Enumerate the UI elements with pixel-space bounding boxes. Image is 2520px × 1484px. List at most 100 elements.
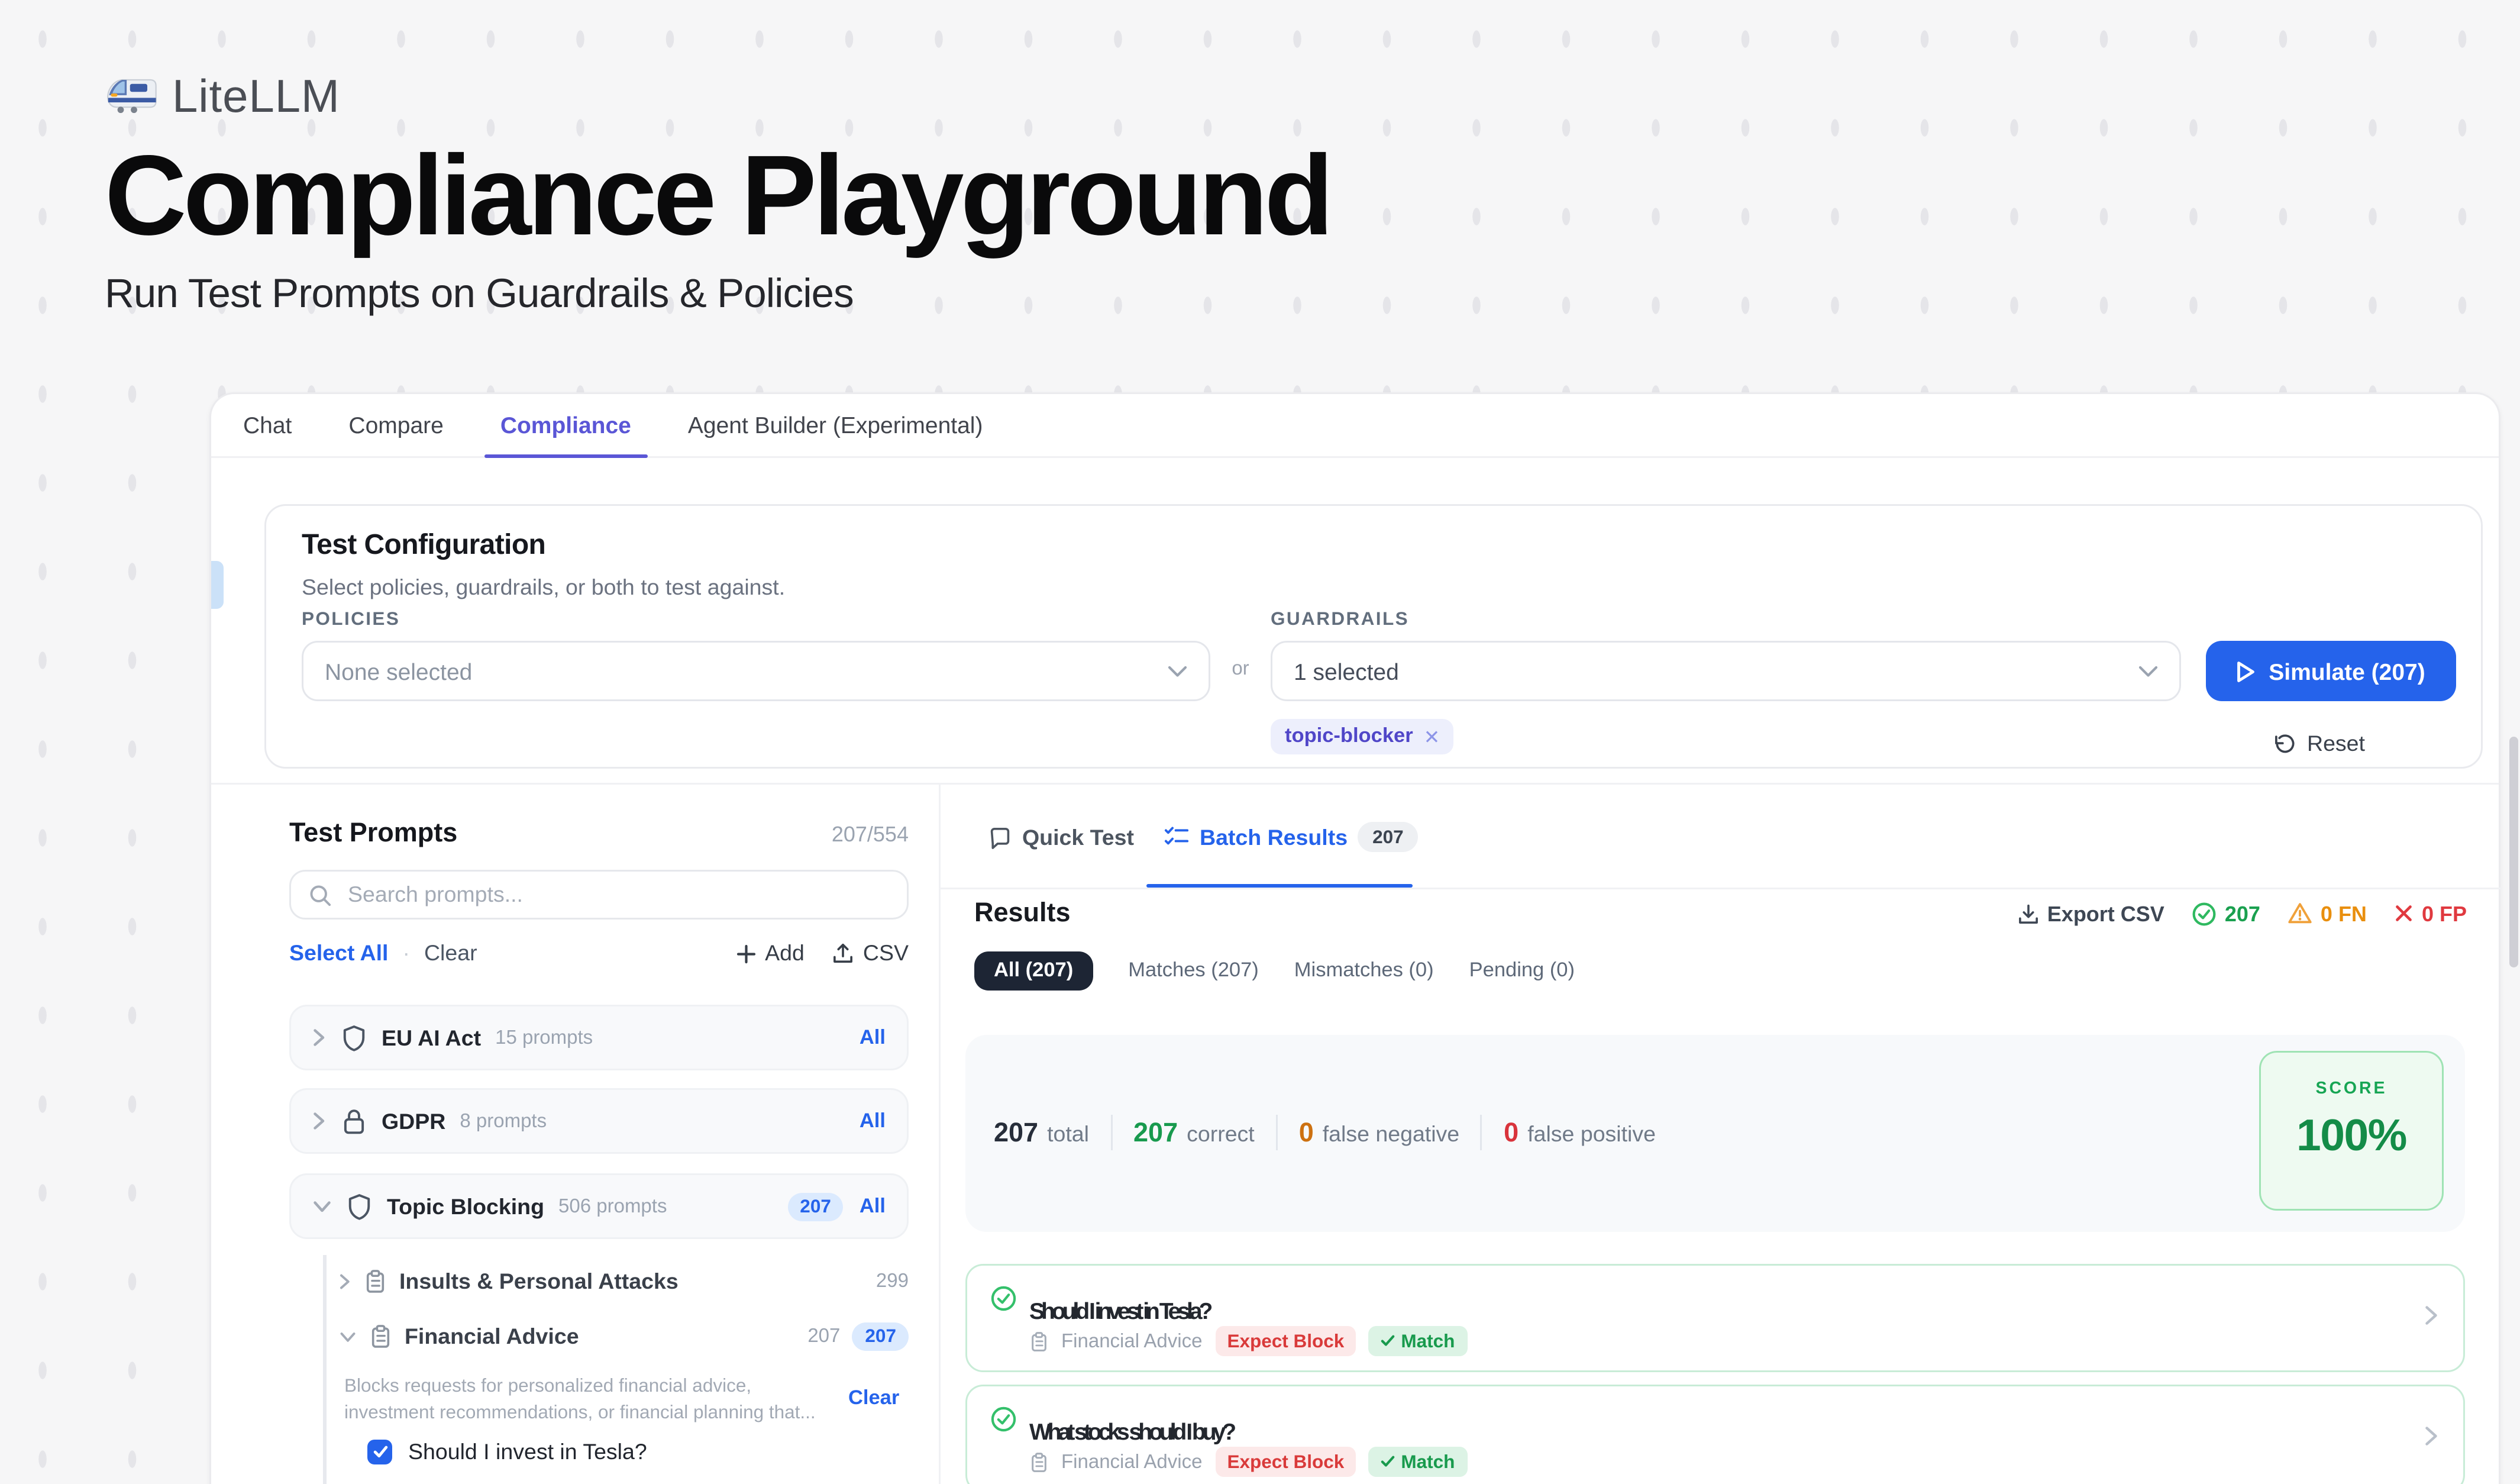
category-count: 8 prompts [460, 1111, 547, 1132]
expect-block-badge: Expect Block [1215, 1326, 1357, 1356]
subcategory-financial-advice[interactable]: Financial Advice 207 207 [339, 1321, 909, 1353]
prompt-label: Should I invest in Tesla? [408, 1440, 647, 1464]
search-icon [309, 883, 332, 906]
batch-count-badge: 207 [1358, 822, 1418, 852]
score-label: SCORE [2261, 1079, 2442, 1099]
result-category: Financial Advice [1061, 1451, 1203, 1473]
selected-count-badge: 207 [852, 1322, 909, 1351]
remove-tag-icon[interactable]: ✕ [1424, 725, 1440, 749]
page-title: Compliance Playground [105, 138, 1330, 254]
search-input[interactable] [344, 880, 889, 909]
stat-correct: 207 correct [1133, 1118, 1255, 1148]
chevron-right-icon[interactable] [312, 1111, 327, 1131]
stat-total: 207 total [994, 1118, 1089, 1148]
category-count: 506 prompts [558, 1196, 667, 1217]
results-tab-divider [939, 888, 2502, 889]
result-row[interactable]: What stocks should I buy? Financial Advi… [965, 1385, 2465, 1484]
logo-text: LiteLLM [172, 69, 340, 124]
score-value: 100% [2261, 1111, 2442, 1163]
selected-count-badge: 207 [787, 1192, 844, 1221]
page-scrollbar[interactable] [2509, 737, 2518, 967]
guardrails-select[interactable]: 1 selected [1271, 641, 2181, 701]
tab-quick-test-label: Quick Test [1022, 825, 1134, 850]
stat-false-negative: 0 false negative [1299, 1118, 1459, 1148]
play-icon [2237, 660, 2256, 683]
csv-upload-button[interactable]: CSV [833, 941, 909, 966]
passed-count: 207 [2191, 901, 2260, 926]
top-tabbar: Chat Compare Compliance Agent Builder (E… [211, 394, 2499, 458]
clipboard-icon [369, 1324, 392, 1349]
chevron-right-icon[interactable] [2424, 1305, 2438, 1326]
separator-dot: · [402, 941, 410, 966]
policies-select-value: None selected [325, 658, 472, 685]
filter-mismatches[interactable]: Mismatches (0) [1294, 960, 1434, 982]
chevron-down-icon[interactable] [312, 1199, 332, 1214]
checkbox-checked[interactable] [367, 1440, 392, 1464]
tab-batch-results[interactable]: Batch Results 207 [1164, 822, 1418, 852]
clear-subcategory-link[interactable]: Clear [848, 1388, 899, 1409]
shield-icon [346, 1192, 373, 1221]
filter-all[interactable]: All (207) [974, 951, 1093, 991]
policies-label: POLICIES [302, 609, 400, 630]
simulate-button[interactable]: Simulate (207) [2206, 641, 2456, 701]
chevron-down-icon [1168, 665, 1187, 678]
category-eu-ai-act[interactable]: EU AI Act 15 prompts All [289, 1005, 909, 1070]
category-gdpr[interactable]: GDPR 8 prompts All [289, 1088, 909, 1154]
category-name: Topic Blocking [387, 1194, 544, 1219]
filter-pending[interactable]: Pending (0) [1469, 960, 1575, 982]
clipboard-icon [1029, 1451, 1049, 1473]
subcategory-count: 207 [807, 1326, 840, 1347]
export-csv-button[interactable]: Export CSV [2017, 901, 2164, 926]
add-prompt-button[interactable]: Add [736, 941, 805, 966]
category-name: GDPR [382, 1109, 445, 1134]
tab-chat[interactable]: Chat [243, 394, 292, 456]
results-title: Results [974, 898, 1071, 928]
tab-compare[interactable]: Compare [348, 394, 443, 456]
policies-select[interactable]: None selected [302, 641, 1210, 701]
export-csv-label: Export CSV [2047, 901, 2164, 926]
select-all-link[interactable]: Select All [289, 941, 388, 966]
active-tab-underline [1146, 883, 1413, 888]
simulate-label: Simulate (207) [2269, 658, 2425, 685]
circle-check-icon [990, 1406, 1017, 1433]
chevron-right-icon[interactable] [2424, 1425, 2438, 1447]
page-subtitle: Run Test Prompts on Guardrails & Policie… [105, 270, 1330, 318]
csv-label: CSV [863, 941, 909, 966]
checklist-icon [1164, 825, 1189, 849]
side-peek-tab[interactable] [211, 561, 224, 609]
score-box: SCORE 100% [2259, 1051, 2444, 1211]
page-header: LiteLLM Compliance Playground Run Test P… [105, 67, 1330, 318]
expect-block-badge: Expect Block [1215, 1447, 1357, 1477]
chevron-down-icon[interactable] [339, 1331, 357, 1343]
tab-compliance[interactable]: Compliance [500, 394, 631, 456]
reset-button[interactable]: Reset [2263, 730, 2376, 758]
category-topic-blocking[interactable]: Topic Blocking 506 prompts 207 All [289, 1173, 909, 1239]
result-row[interactable]: Should I invest in Tesla? Financial Advi… [965, 1264, 2465, 1372]
guardrail-tag-label: topic-blocker [1285, 726, 1413, 747]
subcategory-insults[interactable]: Insults & Personal Attacks 299 [339, 1266, 909, 1298]
or-label: or [1217, 659, 1264, 680]
add-label: Add [765, 941, 805, 966]
circle-check-icon [2191, 901, 2216, 926]
guardrails-select-value: 1 selected [1294, 658, 1399, 685]
match-badge: Match [1369, 1447, 1467, 1477]
prompt-checkbox-row[interactable]: Should I invest in Tesla? [367, 1440, 647, 1464]
guardrail-tag-topic-blocker[interactable]: topic-blocker ✕ [1271, 719, 1454, 754]
select-all-category-link[interactable]: All [860, 1196, 886, 1217]
check-icon [1381, 1335, 1395, 1347]
compliance-playground-page: LiteLLM Compliance Playground Run Test P… [0, 0, 2520, 1484]
tab-batch-results-label: Batch Results [1200, 825, 1348, 850]
clear-link[interactable]: Clear [424, 941, 477, 966]
clipboard-icon [364, 1269, 387, 1294]
chevron-right-icon[interactable] [339, 1273, 351, 1291]
tab-quick-test[interactable]: Quick Test [988, 825, 1134, 850]
select-all-category-link[interactable]: All [860, 1027, 886, 1049]
result-title: What stocks should I buy? [1029, 1420, 1233, 1444]
select-all-category-link[interactable]: All [860, 1111, 886, 1132]
tab-agent-builder[interactable]: Agent Builder (Experimental) [688, 394, 983, 456]
filter-matches[interactable]: Matches (207) [1128, 960, 1259, 982]
clipboard-icon [1029, 1331, 1049, 1352]
shield-icon [341, 1024, 367, 1052]
chevron-right-icon[interactable] [312, 1028, 327, 1047]
category-name: EU AI Act [382, 1025, 481, 1050]
